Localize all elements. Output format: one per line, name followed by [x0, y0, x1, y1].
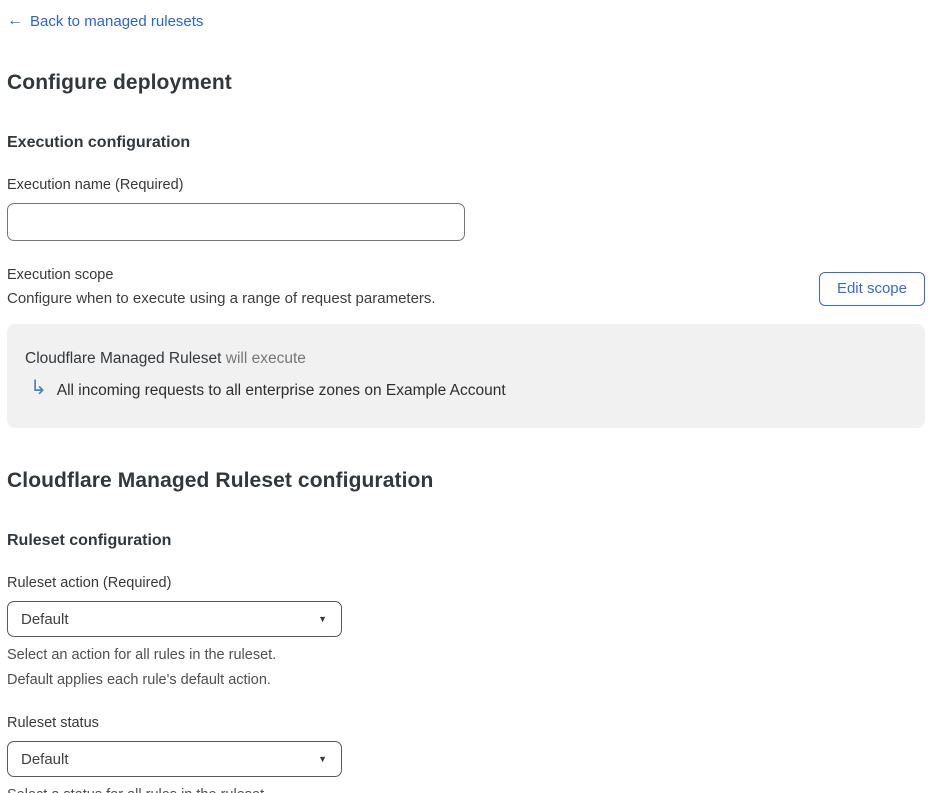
- ruleset-configuration-subheading: Ruleset configuration: [7, 532, 925, 550]
- branch-arrow-icon: ↳: [30, 378, 47, 398]
- scope-summary-detail: ↳ All incoming requests to all enterpris…: [25, 381, 907, 401]
- chevron-down-icon: ▼: [318, 754, 327, 764]
- execution-scope-label: Execution scope: [7, 264, 436, 287]
- back-link-label: Back to managed rulesets: [30, 13, 203, 30]
- execution-name-label: Execution name (Required): [7, 177, 925, 193]
- ruleset-status-label: Ruleset status: [7, 715, 925, 731]
- back-to-managed-rulesets-link[interactable]: ← Back to managed rulesets: [7, 12, 203, 30]
- ruleset-action-selected-value: Default: [21, 611, 69, 628]
- execution-scope-text: Execution scope Configure when to execut…: [7, 264, 436, 310]
- ruleset-action-help-line2: Default applies each rule's default acti…: [7, 668, 347, 693]
- back-arrow-icon: ←: [7, 12, 23, 30]
- ruleset-action-help: Select an action for all rules in the ru…: [7, 643, 347, 693]
- edit-scope-button[interactable]: Edit scope: [819, 272, 925, 306]
- chevron-down-icon: ▼: [318, 614, 327, 624]
- ruleset-action-select[interactable]: Default ▼: [7, 601, 342, 637]
- ruleset-action-label: Ruleset action (Required): [7, 575, 925, 591]
- page-title: Configure deployment: [7, 71, 925, 95]
- execution-scope-description: Configure when to execute using a range …: [7, 287, 436, 310]
- ruleset-status-selected-value: Default: [21, 751, 69, 768]
- ruleset-status-help: Select a status for all rules in the rul…: [7, 783, 347, 793]
- execution-name-input[interactable]: [7, 203, 465, 241]
- scope-summary-panel: Cloudflare Managed Ruleset will execute …: [7, 324, 925, 428]
- scope-summary-ruleset-name: Cloudflare Managed Ruleset: [25, 350, 221, 367]
- ruleset-action-help-line1: Select an action for all rules in the ru…: [7, 643, 347, 668]
- scope-summary-target: All incoming requests to all enterprise …: [57, 382, 506, 400]
- execution-configuration-heading: Execution configuration: [7, 134, 925, 152]
- ruleset-status-select[interactable]: Default ▼: [7, 741, 342, 777]
- scope-summary-will-execute: will execute: [221, 350, 305, 367]
- ruleset-configuration-heading: Cloudflare Managed Ruleset configuration: [7, 469, 925, 493]
- execution-scope-row: Execution scope Configure when to execut…: [7, 264, 925, 310]
- scope-summary-headline: Cloudflare Managed Ruleset will execute: [25, 350, 907, 368]
